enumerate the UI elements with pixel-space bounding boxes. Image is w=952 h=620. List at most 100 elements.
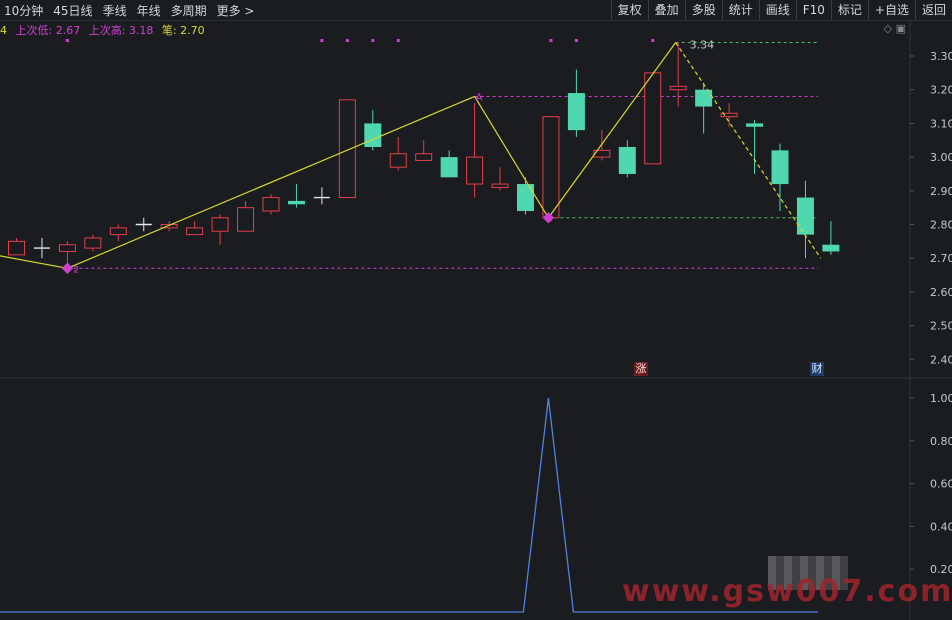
price-tick-label: 3.10 (930, 117, 952, 130)
candle (338, 99, 356, 199)
candle-body (771, 150, 789, 185)
level-lines (67, 42, 818, 269)
candle-body (262, 197, 280, 212)
candle (33, 237, 50, 259)
zhang-badge[interactable]: 涨 (634, 362, 648, 376)
signal-dot (371, 39, 375, 42)
price-tick-label: 3.20 (930, 84, 952, 97)
candle-body (491, 183, 509, 188)
tab-more[interactable]: 更多 > (217, 1, 255, 21)
zigzag-segment (474, 96, 549, 219)
candle-body (287, 200, 305, 205)
candle-body (822, 244, 840, 252)
candle (313, 187, 330, 205)
tab-45day[interactable]: 45日线 (53, 1, 92, 21)
candle-body (466, 156, 484, 185)
panel-frame (0, 20, 952, 620)
signal-dot (345, 39, 349, 42)
multi-stock-button[interactable]: 多股 (684, 0, 722, 20)
candle-body (109, 227, 127, 236)
candle-body (8, 240, 25, 256)
candle-body (796, 197, 814, 235)
back-button[interactable]: 返回 (914, 0, 952, 20)
candle-body (440, 157, 458, 178)
tab-year[interactable]: 年线 (137, 1, 161, 21)
signal-dot (574, 39, 578, 42)
zigzag-segment (675, 42, 822, 259)
restore-rights-button[interactable]: 复权 (610, 0, 648, 20)
marker-a: A (476, 92, 483, 103)
price-tick-label: 2.90 (930, 185, 952, 198)
tab-10min[interactable]: 10分钟 (4, 1, 43, 21)
candle (109, 224, 127, 242)
signal-dot (549, 39, 553, 42)
candle (237, 200, 255, 232)
tool-buttons: 复权 叠加 多股 统计 画线 F10 标记 +自选 返回 (610, 0, 952, 20)
candle (287, 184, 305, 208)
candle-body (186, 227, 204, 236)
candle (618, 140, 636, 178)
candle (415, 140, 433, 161)
candlesticks (8, 42, 840, 269)
toolbar: 10分钟 45日线 季线 年线 多周期 更多 > 复权 叠加 多股 统计 画线 … (0, 0, 952, 21)
candle-body (84, 237, 102, 249)
marker-start: 2 (73, 265, 79, 275)
candle-body (389, 153, 407, 168)
candle (8, 237, 25, 256)
mark-button[interactable]: 标记 (830, 0, 868, 20)
candle (567, 69, 585, 137)
candle (669, 42, 687, 107)
candle (135, 217, 152, 232)
watermark: www.gsw007.com (622, 574, 952, 609)
indicator-axis: 1.000.800.600.400.20 (910, 392, 952, 576)
add-watchlist-button[interactable]: +自选 (867, 0, 915, 20)
candle-body (517, 184, 534, 212)
indicator-tick-label: 0.40 (930, 520, 952, 533)
signal-dots (65, 39, 655, 42)
candle-body (695, 89, 713, 107)
signal-dot (320, 39, 324, 42)
price-tick-label: 2.60 (930, 286, 952, 299)
zigzag-segment (67, 95, 475, 269)
candle (695, 82, 713, 134)
candle (466, 103, 484, 198)
price-axis: 3.30 3.20 3.10 3.00 2.90 2.80 2.70 2.60 2.50 2.40 (910, 50, 952, 366)
candle-body (644, 72, 662, 165)
statistics-button[interactable]: 统计 (721, 0, 759, 20)
indicator-tick-label: 0.60 (930, 478, 952, 491)
price-tick-label: 2.80 (930, 219, 952, 232)
candle-body (338, 99, 356, 199)
zigzag-line (0, 42, 822, 274)
candle-body (567, 93, 585, 131)
chart[interactable]: 3.30 3.20 3.10 3.00 2.90 2.80 2.70 2.60 2.50 2.40… (0, 20, 952, 620)
indicator-tick-label: 1.00 (930, 392, 952, 405)
candle-body (542, 116, 560, 219)
overlay-button[interactable]: 叠加 (647, 0, 685, 20)
candle (746, 120, 764, 174)
price-tick-label: 3.00 (930, 151, 952, 164)
candle (262, 194, 280, 215)
cai-badge[interactable]: 财 (810, 362, 824, 376)
candle (440, 150, 458, 178)
candle-body (618, 146, 636, 174)
indicator-tick-label: 0.80 (930, 435, 952, 448)
candle-body (415, 153, 433, 161)
candle (186, 221, 204, 236)
candle-body (58, 244, 76, 252)
tab-season[interactable]: 季线 (103, 1, 127, 21)
candle (720, 103, 738, 127)
candle (517, 177, 534, 215)
period-tabs: 10分钟 45日线 季线 年线 多周期 更多 > (4, 1, 254, 21)
price-tick-label: 2.40 (930, 353, 952, 366)
candle (84, 234, 102, 252)
draw-line-button[interactable]: 画线 (758, 0, 796, 20)
candle (644, 72, 662, 165)
candle (771, 143, 789, 212)
candle (389, 136, 407, 171)
tab-multi-period[interactable]: 多周期 (171, 1, 207, 21)
candle (822, 221, 840, 255)
f10-button[interactable]: F10 (795, 0, 831, 20)
signal-dot (651, 39, 655, 42)
peak-price-label: 3.34 (690, 39, 715, 52)
price-tick-label: 3.30 (930, 50, 952, 63)
